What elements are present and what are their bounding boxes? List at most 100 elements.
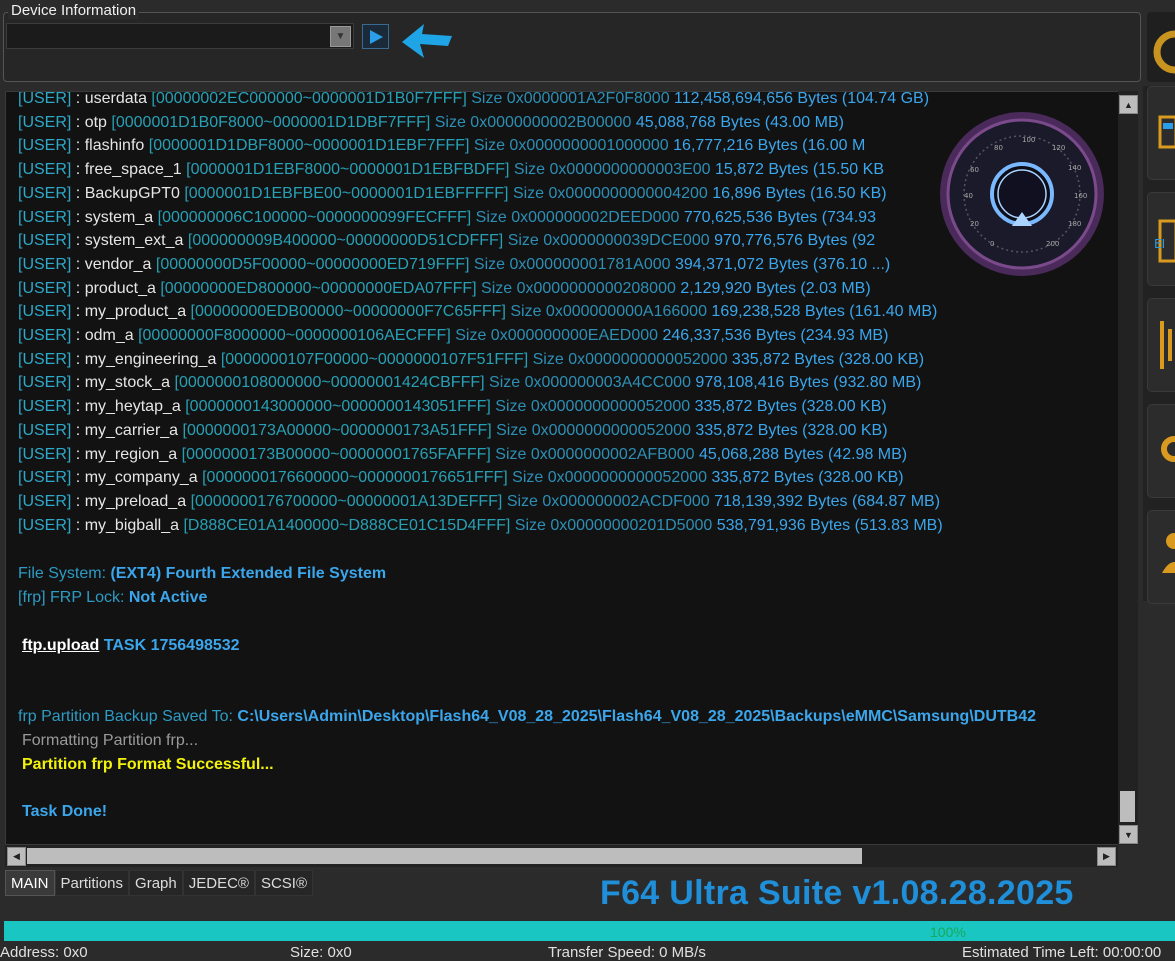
log-console[interactable]: [USER] : userdata [00000002EC000000~0000… bbox=[5, 91, 1120, 845]
ftp-upload-line: ftp.upload TASK 1756498532 bbox=[22, 636, 240, 656]
bottom-tabs: MAIN Partitions Graph JEDEC® SCSI® bbox=[5, 870, 314, 896]
partition-line: [USER] : my_preload_a [0000000176700000~… bbox=[18, 492, 940, 512]
partition-tag: [USER] bbox=[18, 469, 72, 487]
sidebar-button-memory[interactable]: EI bbox=[1147, 192, 1175, 286]
partition-size: Size 0x000000001781A000 bbox=[473, 255, 671, 273]
partition-tag: [USER] bbox=[18, 255, 72, 273]
partition-bytes: 45,088,768 Bytes (43.00 MB) bbox=[635, 113, 844, 131]
tab-scsi[interactable]: SCSI® bbox=[254, 870, 314, 896]
partition-tag: [USER] bbox=[18, 516, 72, 534]
partition-separator: : bbox=[75, 374, 81, 392]
partition-name: my_preload_a bbox=[84, 492, 187, 510]
svg-text:160: 160 bbox=[1074, 192, 1087, 200]
partition-range: [00000000ED800000~00000000EDA07FFF] bbox=[160, 279, 477, 297]
sidebar-button-device[interactable] bbox=[1147, 86, 1175, 180]
partition-line: [USER] : flashinfo [0000001D1DBF8000~000… bbox=[18, 136, 865, 156]
svg-text:20: 20 bbox=[970, 220, 979, 228]
svg-text:EI: EI bbox=[1154, 237, 1165, 251]
partition-size: Size 0x0000000002B00000 bbox=[434, 113, 632, 131]
partition-line: [USER] : my_engineering_a [0000000107F00… bbox=[18, 350, 924, 370]
svg-text:140: 140 bbox=[1068, 164, 1081, 172]
partition-size: Size 0x0000000001000000 bbox=[473, 137, 669, 155]
partition-range: [0000000108000000~00000001424CBFFF] bbox=[174, 374, 485, 392]
tab-jedec[interactable]: JEDEC® bbox=[182, 870, 255, 896]
partition-range: [0000000173B00000~00000001765FAFFF] bbox=[181, 445, 491, 463]
partition-line: [USER] : odm_a [00000000F8000000~0000000… bbox=[18, 326, 888, 346]
partition-bytes: 335,872 Bytes (328.00 KB) bbox=[711, 469, 904, 487]
chevron-down-icon[interactable]: ▼ bbox=[330, 26, 351, 47]
partition-separator: : bbox=[75, 303, 81, 321]
partition-name: my_heytap_a bbox=[84, 398, 181, 416]
partition-range: [00000002EC000000~0000001D1B0F7FFF] bbox=[151, 91, 467, 107]
partition-bytes: 169,238,528 Bytes (161.40 MB) bbox=[711, 303, 938, 321]
ftp-task-id: TASK 1756498532 bbox=[103, 637, 240, 654]
partition-range: [0000001D1EBF8000~0000001D1EBFBDFF] bbox=[186, 161, 510, 179]
device-select[interactable]: ▼ bbox=[6, 23, 354, 49]
partition-range: [0000000176700000~00000001A13DEFFF] bbox=[190, 492, 503, 510]
partition-name: flashinfo bbox=[84, 137, 145, 155]
partition-tag: [USER] bbox=[18, 91, 72, 107]
format-success-line: Partition frp Format Successful... bbox=[22, 756, 274, 773]
svg-text:180: 180 bbox=[1068, 220, 1081, 228]
log-vertical-scrollbar[interactable]: ▲ ▼ bbox=[1118, 91, 1138, 845]
partition-name: system_a bbox=[84, 208, 154, 226]
partition-name: my_company_a bbox=[84, 469, 198, 487]
partition-bytes: 335,872 Bytes (328.00 KB) bbox=[694, 398, 887, 416]
partition-separator: : bbox=[75, 398, 81, 416]
partition-separator: : bbox=[75, 232, 81, 250]
partition-tag: [USER] bbox=[18, 279, 72, 297]
status-size: Size: 0x0 bbox=[290, 944, 352, 961]
partition-range: [00000000D5F00000~00000000ED719FFF] bbox=[155, 255, 470, 273]
sidebar-button-settings[interactable] bbox=[1147, 404, 1175, 498]
scroll-right-icon[interactable]: ▶ bbox=[1097, 847, 1116, 866]
device-info-group: Device Information ▼ bbox=[0, 0, 1143, 84]
partition-size: Size 0x0000000000208000 bbox=[481, 279, 676, 297]
partition-name: vendor_a bbox=[84, 255, 152, 273]
tab-graph[interactable]: Graph bbox=[129, 870, 183, 896]
partition-separator: : bbox=[75, 327, 81, 344]
sidebar-button-user[interactable] bbox=[1147, 510, 1175, 604]
partition-separator: : bbox=[75, 516, 81, 534]
svg-text:120: 120 bbox=[1052, 144, 1065, 152]
vertical-scroll-thumb[interactable] bbox=[1120, 791, 1135, 822]
partition-bytes: 394,371,072 Bytes (376.10 ...) bbox=[674, 255, 891, 273]
partition-tag: [USER] bbox=[18, 137, 72, 155]
partition-line: [USER] : otp [0000001D1B0F8000~0000001D1… bbox=[18, 113, 844, 133]
partition-separator: : bbox=[75, 469, 81, 487]
partition-tag: [USER] bbox=[18, 374, 72, 392]
partition-size: Size 0x00000000201D5000 bbox=[514, 516, 713, 534]
svg-text:40: 40 bbox=[964, 192, 973, 200]
speed-gauge-icon: 60 80 100 120 140 160 180 40 20 0 200 bbox=[940, 112, 1104, 276]
connect-button[interactable] bbox=[362, 24, 389, 49]
refresh-button[interactable] bbox=[1147, 12, 1175, 82]
partition-bytes: 770,625,536 Bytes (734.93 bbox=[683, 208, 876, 226]
partition-size: Size 0x000000000EAED000 bbox=[455, 327, 659, 344]
tab-main[interactable]: MAIN bbox=[5, 870, 55, 896]
partition-size: Size 0x000000003A4CC000 bbox=[489, 374, 691, 392]
partition-separator: : bbox=[75, 91, 81, 107]
backup-line: frp Partition Backup Saved To: C:\Users\… bbox=[18, 707, 1036, 727]
partition-bytes: 718,139,392 Bytes (684.87 MB) bbox=[714, 492, 941, 510]
scroll-down-icon[interactable]: ▼ bbox=[1119, 825, 1138, 844]
partition-size: Size 0x0000000002AFB000 bbox=[495, 445, 695, 463]
task-done-line: Task Done! bbox=[22, 803, 108, 820]
partition-range: [0000000176600000~0000000176651FFF] bbox=[202, 469, 508, 487]
partition-tag: [USER] bbox=[18, 113, 72, 131]
backup-path: C:\Users\Admin\Desktop\Flash64_V08_28_20… bbox=[237, 708, 1036, 725]
scroll-up-icon[interactable]: ▲ bbox=[1119, 95, 1138, 114]
sidebar-button-flash[interactable] bbox=[1147, 298, 1175, 392]
partition-tag: [USER] bbox=[18, 492, 72, 510]
filesystem-line: File System: (EXT4) Fourth Extended File… bbox=[18, 564, 386, 584]
partition-name: BackupGPT0 bbox=[84, 184, 180, 202]
log-horizontal-scrollbar[interactable]: ◀ ▶ bbox=[5, 845, 1118, 867]
svg-text:200: 200 bbox=[1046, 240, 1059, 248]
partition-name: odm_a bbox=[84, 327, 134, 344]
partition-tag: [USER] bbox=[18, 398, 72, 416]
partition-name: free_space_1 bbox=[84, 161, 182, 179]
scroll-left-icon[interactable]: ◀ bbox=[7, 847, 26, 866]
horizontal-scroll-thumb[interactable] bbox=[27, 848, 862, 864]
tab-partitions[interactable]: Partitions bbox=[54, 870, 130, 896]
partition-separator: : bbox=[75, 255, 81, 273]
ftp-upload-link[interactable]: ftp.upload bbox=[22, 637, 99, 654]
partition-name: otp bbox=[84, 113, 107, 131]
